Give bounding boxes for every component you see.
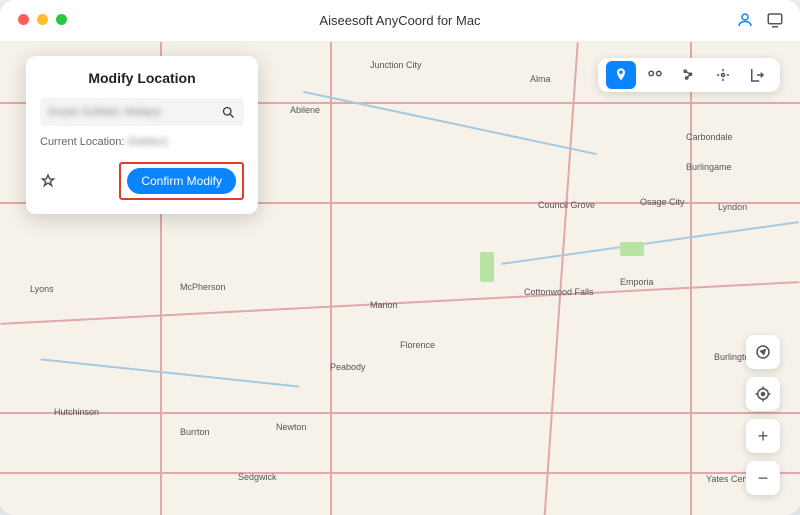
- map-city-label: Burrton: [180, 427, 210, 437]
- fullscreen-window-button[interactable]: [56, 14, 67, 25]
- app-window: Aiseesoft AnyCoord for Mac Junction City…: [0, 0, 800, 515]
- map-city-label: Newton: [276, 422, 307, 432]
- map-city-label: Burlingame: [686, 162, 732, 172]
- map-city-label: Marion: [370, 300, 398, 310]
- map-city-label: Lyons: [30, 284, 54, 294]
- compass-button[interactable]: [746, 335, 780, 369]
- current-location-value: (hidden): [127, 136, 167, 148]
- map-city-label: Carbondale: [686, 132, 733, 142]
- export-icon[interactable]: [742, 61, 772, 89]
- window-controls: [18, 14, 67, 25]
- confirm-modify-button[interactable]: Confirm Modify: [127, 168, 236, 194]
- close-window-button[interactable]: [18, 14, 29, 25]
- confirm-highlight: Confirm Modify: [119, 162, 244, 200]
- zoom-out-button[interactable]: −: [746, 461, 780, 495]
- panel-heading: Modify Location: [40, 70, 244, 86]
- map-city-label: Hutchinson: [54, 407, 99, 417]
- mode-two-spot-button[interactable]: [640, 61, 670, 89]
- account-icon[interactable]: [736, 11, 754, 29]
- map-city-label: Sedgwick: [238, 472, 277, 482]
- map-city-label: Cottonwood Falls: [524, 287, 594, 297]
- map-city-label: Emporia: [620, 277, 654, 287]
- map-city-label: Council Grove: [538, 200, 595, 210]
- favorite-icon[interactable]: [40, 173, 56, 189]
- display-icon[interactable]: [766, 11, 784, 29]
- titlebar: Aiseesoft AnyCoord for Mac: [0, 0, 800, 42]
- mode-joystick-button[interactable]: [708, 61, 738, 89]
- mode-multi-spot-button[interactable]: [674, 61, 704, 89]
- map-city-label: Peabody: [330, 362, 366, 372]
- map-city-label: Junction City: [370, 60, 422, 70]
- search-icon[interactable]: [221, 105, 236, 120]
- map-city-label: Osage City: [640, 197, 685, 207]
- map-city-label: Alma: [530, 74, 551, 84]
- current-location-row: Current Location: (hidden): [40, 136, 244, 148]
- window-title: Aiseesoft AnyCoord for Mac: [319, 13, 480, 28]
- titlebar-actions: [736, 11, 784, 29]
- map-city-label: Lyndon: [718, 202, 747, 212]
- map-city-label: Florence: [400, 340, 435, 350]
- current-location-label: Current Location:: [40, 136, 124, 148]
- modify-location-panel: Modify Location Anyan Sulidan, Malaya Cu…: [26, 56, 258, 214]
- map-controls: + −: [746, 335, 780, 495]
- search-value: Anyan Sulidan, Malaya: [48, 106, 221, 118]
- recenter-button[interactable]: [746, 377, 780, 411]
- location-search-input[interactable]: Anyan Sulidan, Malaya: [40, 98, 244, 126]
- mode-teleport-button[interactable]: [606, 61, 636, 89]
- mode-toolbar: [598, 58, 780, 92]
- zoom-in-button[interactable]: +: [746, 419, 780, 453]
- minimize-window-button[interactable]: [37, 14, 48, 25]
- map-city-label: McPherson: [180, 282, 226, 292]
- map-city-label: Abilene: [290, 105, 320, 115]
